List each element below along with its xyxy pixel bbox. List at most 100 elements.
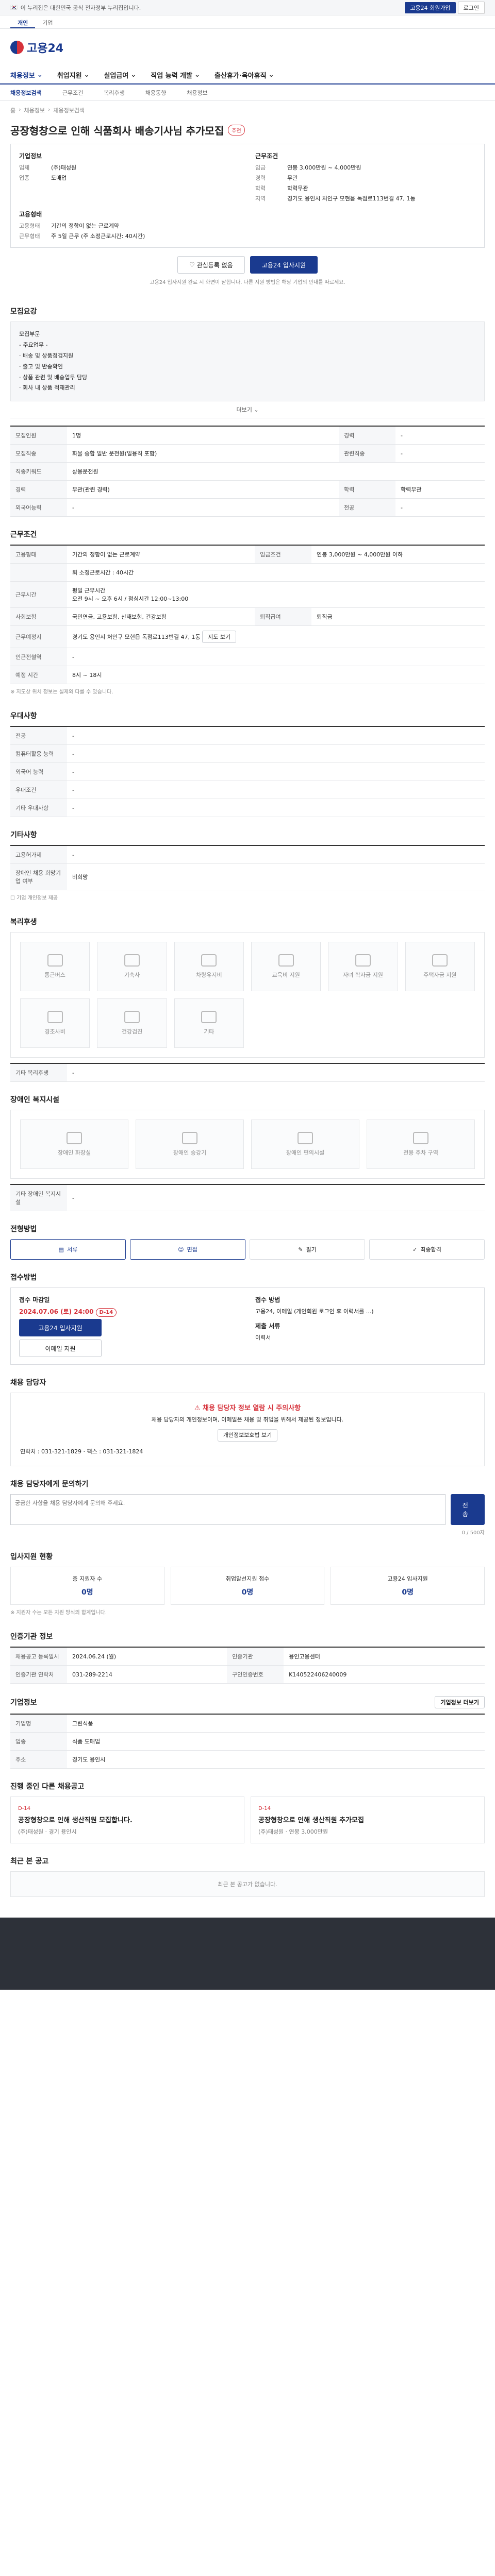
step-interview: ☺ 면접 xyxy=(130,1239,245,1260)
managed-table: 채용공고 등록일시 2024.06.24 (월) 인증기관 용인고용센터 인증기관 연… xyxy=(10,1647,485,1684)
subnav-info[interactable]: 채용정보 xyxy=(187,89,207,97)
company-more-button[interactable]: 기업정보 더보기 xyxy=(435,1696,485,1709)
signup-button[interactable]: 고용24 회원가입 xyxy=(405,2,456,13)
tab-business[interactable]: 기업 xyxy=(35,15,60,28)
home-loan-icon xyxy=(432,954,448,967)
work-type: 주 5일 근무 (주 소정근로시간: 40시간) xyxy=(51,233,145,240)
restroom-icon xyxy=(67,1132,82,1145)
checkbox-icon[interactable]: ☐ xyxy=(10,895,15,901)
job-summary: 기업정보 업체 (주)태성원 업종 도매업 근무조건 임금 연봉 3,000만원 ~ … xyxy=(10,144,485,248)
stats-title: 입사지원 현황 xyxy=(10,1553,53,1562)
car-icon xyxy=(201,954,217,967)
main-nav: 채용정보 ⌄ 취업지원 ⌄ 실업급여 ⌄ 직업 능력 개발 ⌄ 출산휴가·육아휴직 ⌄ xyxy=(0,66,495,84)
chevron-down-icon: ⌄ xyxy=(194,71,200,79)
disability-card: 전용 주차 구역 xyxy=(367,1120,475,1170)
chevron-down-icon: ⌄ xyxy=(254,406,259,414)
welfare-card: 경조사비 xyxy=(20,998,90,1048)
recent-title: 최근 본 공고 xyxy=(10,1857,49,1866)
site-footer xyxy=(0,1918,495,1990)
hire-heading: 고용형태 xyxy=(19,211,42,218)
site-logo[interactable]: 고용24 xyxy=(10,39,63,56)
disability-card: 장애인 편의시설 xyxy=(251,1120,359,1170)
similar-list: D-14 공장형창으로 인해 생산직원 모집합니다. (주)태성원 · 경기 용… xyxy=(10,1797,485,1844)
more-button[interactable]: 더보기 ⌄ xyxy=(236,406,258,413)
nav-benefit[interactable]: 실업급여 ⌄ xyxy=(104,70,137,80)
company-table: 기업명 그린식품 업종 식품 도매업 주소 경기도 용인시 xyxy=(10,1714,485,1769)
work-note: ※ 지도상 위치 정보는 실제와 다를 수 있습니다. xyxy=(10,689,113,696)
accept-box: 접수 마감일 2024.07.06 (토) 24:00 D-14 고용24 입사… xyxy=(10,1287,485,1365)
page-title: 공장형창으로 인해 식품회사 배송기사님 추가모집 xyxy=(10,125,224,137)
doc-icon: ▤ xyxy=(58,1246,64,1253)
gov-banner: 🇰🇷 이 누리집은 대한민국 공식 전자정부 누리집입니다. 고용24 회원가입 … xyxy=(0,0,495,15)
login-button[interactable]: 로그인 xyxy=(457,1,485,14)
subnav-search[interactable]: 채용정보검색 xyxy=(10,89,42,97)
duty-box: 모집부문 - 주요업무 - · 배송 및 상품점검지원 · 출고 및 반송확인 · 상… xyxy=(10,321,485,402)
disability-card: 장애인 승강기 xyxy=(136,1120,244,1170)
send-button[interactable]: 전송 xyxy=(450,1494,485,1526)
employment-type: 기간의 정함이 없는 근로계약 xyxy=(51,223,119,229)
welfare-card: 통근버스 xyxy=(20,942,90,992)
pref-table: 전공 - 컴퓨터활용 능력 - 외국어 능력 - 우대조건 - 기타 우대사항 - xyxy=(10,726,485,818)
stat-referral: 취업알선지원 접수 0명 xyxy=(170,1567,325,1605)
pref-title: 우대사항 xyxy=(10,712,37,721)
similar-card[interactable]: D-14 공장형창으로 인해 생산직원 추가모집 (주)태성원 · 연봉 3,0… xyxy=(251,1797,485,1844)
user-type-tabs: 개인 기업 xyxy=(0,15,495,29)
recommend-badge: 추천 xyxy=(228,125,245,135)
subnav-welfare[interactable]: 복리후생 xyxy=(104,89,124,97)
favorite-button[interactable]: ♡ 관심등록 없음 xyxy=(177,256,245,274)
stat-online: 고용24 입사지원 0명 xyxy=(331,1567,485,1605)
house-icon xyxy=(124,954,140,967)
sub-nav: 채용정보검색 근무조건 복리후생 채용동향 채용정보 xyxy=(0,84,495,101)
crumb-jobs[interactable]: 채용정보 xyxy=(24,106,45,114)
elevator-icon xyxy=(182,1132,197,1145)
step-docs: ▤ 서류 xyxy=(10,1239,126,1260)
deadline: 2024.07.06 (토) 24:00 xyxy=(19,1308,94,1316)
email-apply-button[interactable]: 이메일 지원 xyxy=(19,1340,102,1358)
etc-note: 기업 개인정보 제공 xyxy=(16,895,58,902)
inquiry-input[interactable] xyxy=(10,1494,446,1526)
tab-personal[interactable]: 개인 xyxy=(10,15,36,28)
nav-jobs[interactable]: 채용정보 ⌄ xyxy=(10,70,43,80)
apply-note: 고용24 입사지원 완료 시 화면이 닫힙니다. 다른 지원 방법은 해당 기업… xyxy=(150,280,345,285)
apply-button-2[interactable]: 고용24 입사지원 xyxy=(19,1319,102,1337)
similar-card[interactable]: D-14 공장형창으로 인해 생산직원 모집합니다. (주)태성원 · 경기 용… xyxy=(10,1797,244,1844)
education: 학력무관 xyxy=(287,185,308,192)
disability-title: 장애인 복지시설 xyxy=(10,1096,60,1105)
subnav-trend[interactable]: 채용동향 xyxy=(145,89,166,97)
welfare-other: 기타 복리후생 - xyxy=(10,1063,485,1082)
work-title: 근무조건 xyxy=(10,531,37,539)
health-icon xyxy=(124,1011,140,1024)
inquiry-title: 채용 담당자에게 문의하기 xyxy=(10,1480,89,1489)
company-industry: 도매업 xyxy=(51,175,67,181)
welfare-card: 차량유지비 xyxy=(174,942,244,992)
recruit-table: 모집인원 1명 경력 - 모집직종 화물 승합 일반 운전원(일용직 포함) 관련직종 - … xyxy=(10,426,485,517)
managed-title: 인증기관 정보 xyxy=(10,1633,53,1641)
contact-title: 채용 담당자 xyxy=(10,1379,46,1387)
career: 무관 xyxy=(287,175,298,181)
nav-support[interactable]: 취업지원 ⌄ xyxy=(57,70,90,80)
nav-training[interactable]: 직업 능력 개발 ⌄ xyxy=(151,70,200,80)
accept-docs: 이력서 xyxy=(255,1334,271,1342)
disability-grid: 장애인 화장실 장애인 승강기 장애인 편의시설 전용 주차 구역 xyxy=(10,1110,485,1179)
accept-title: 접수방법 xyxy=(10,1274,37,1282)
welfare-card: 기타 xyxy=(174,998,244,1048)
bus-icon xyxy=(47,954,63,967)
company-heading: 기업정보 xyxy=(19,152,42,160)
map-button[interactable]: 지도 보기 xyxy=(202,631,237,643)
recent-empty: 최근 본 공고가 없습니다. xyxy=(10,1871,485,1897)
apply-button[interactable]: 고용24 입사지원 xyxy=(250,256,318,274)
alert-icon: ⚠ xyxy=(194,1404,203,1413)
region: 경기도 용인시 처인구 모현읍 독점로113번길 47, 1동 xyxy=(287,195,416,202)
crumb-home[interactable]: 홈 xyxy=(10,106,15,114)
check-icon: ✓ xyxy=(412,1246,418,1253)
subnav-cond[interactable]: 근무조건 xyxy=(62,89,83,97)
privacy-law-button[interactable]: 개인정보보호법 보기 xyxy=(217,1429,278,1442)
cinfo-title: 기업정보 xyxy=(10,1699,37,1707)
welfare-card: 건강검진 xyxy=(97,998,167,1048)
similar-title: 진행 중인 다른 채용공고 xyxy=(10,1783,85,1791)
accessibility-icon xyxy=(298,1132,313,1145)
nav-leave[interactable]: 출산휴가·육아휴직 ⌄ xyxy=(214,70,274,80)
crumb-search[interactable]: 채용정보검색 xyxy=(53,106,85,114)
chevron-down-icon: ⌄ xyxy=(37,71,43,79)
salary: 연봉 3,000만원 ~ 4,000만원 xyxy=(287,164,361,171)
